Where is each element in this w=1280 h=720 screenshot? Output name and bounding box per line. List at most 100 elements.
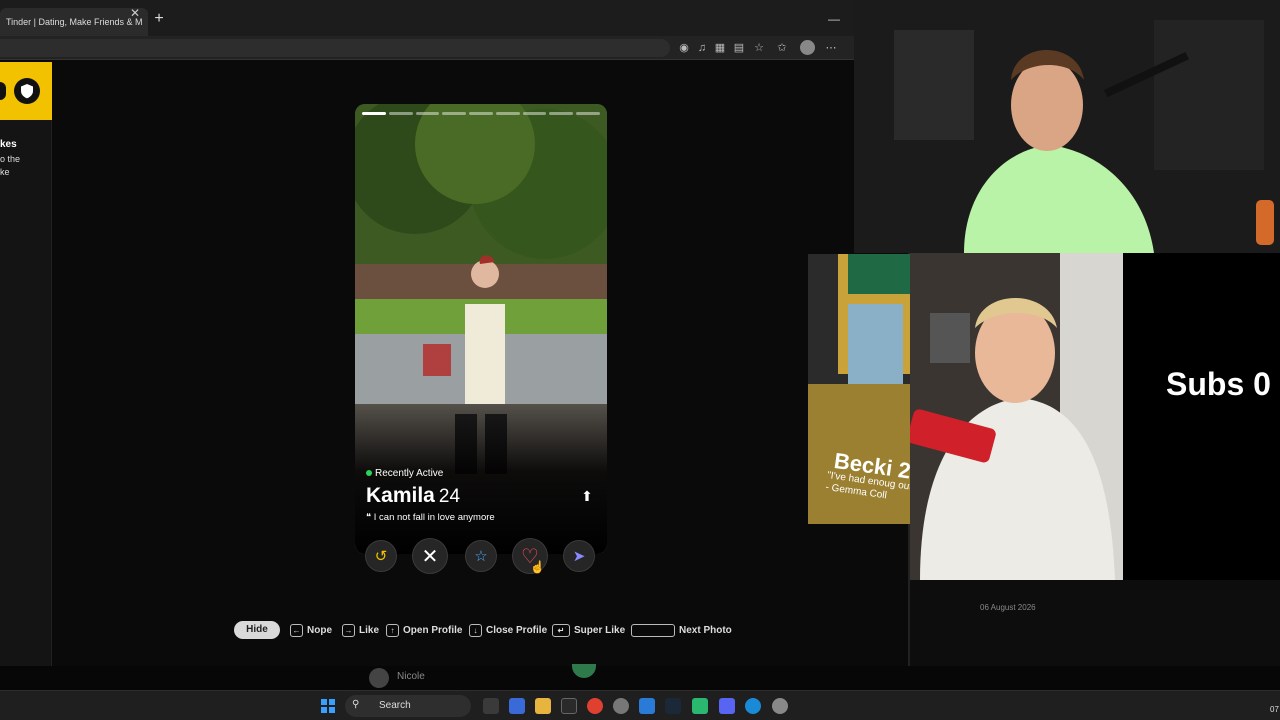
new-tab-button[interactable]: + <box>152 11 166 27</box>
reading-list-icon[interactable]: ▤ <box>732 41 746 55</box>
store-icon[interactable] <box>561 698 577 714</box>
boost-button[interactable]: ➤ <box>563 540 595 572</box>
steam-icon[interactable] <box>665 698 681 714</box>
star-icon: ☆ <box>474 548 488 565</box>
sidebar-text: o the ke <box>0 153 52 179</box>
profile-age: 24 <box>438 486 461 507</box>
progress-segment <box>576 112 601 115</box>
nope-button[interactable]: ✕ <box>412 538 448 574</box>
taskbar-clock: 07 <box>1270 705 1279 714</box>
discord-icon[interactable] <box>719 698 735 714</box>
right-key-icon: → <box>342 623 355 637</box>
progress-segment <box>495 112 520 115</box>
shortcut-open-profile-label: Open Profile <box>403 624 463 636</box>
profile-icon[interactable] <box>800 40 815 55</box>
profile-card[interactable]: Recently Active Kamila 24 ❝ I can not fal… <box>355 104 607 554</box>
progress-segment <box>549 112 574 115</box>
progress-segment <box>469 112 493 115</box>
media-player-icon[interactable] <box>639 698 655 714</box>
subs-counter: Subs 0 <box>1166 366 1271 402</box>
tab-title: Tinder | Dating, Make Friends & M <box>6 17 143 27</box>
activity-status-label: Recently Active <box>375 468 444 479</box>
hide-shortcuts-button[interactable]: Hide <box>234 621 280 639</box>
screen: Tinder | Dating, Make Friends & M ✕ + — … <box>0 0 1280 720</box>
sidebar-avatar-edge[interactable] <box>0 82 6 100</box>
bell-icon[interactable]: ♫ <box>695 41 709 55</box>
minimize-button[interactable]: — <box>826 12 842 28</box>
progress-segment <box>415 112 440 115</box>
avatar[interactable] <box>369 668 389 688</box>
shortcut-next-photo: Next Photo <box>631 621 732 639</box>
app-green-icon[interactable] <box>692 698 708 714</box>
shield-icon[interactable] <box>14 78 40 104</box>
left-key-icon: ← <box>290 623 303 637</box>
rewind-button[interactable]: ↺ <box>365 540 397 572</box>
shortcut-like: → Like <box>342 621 379 639</box>
edge-icon[interactable] <box>745 698 761 714</box>
card-gradient <box>355 404 607 554</box>
tab-tinder[interactable]: Tinder | Dating, Make Friends & M <box>0 8 148 36</box>
quote-icon: ❝ <box>366 512 374 523</box>
location-icon[interactable]: ◉ <box>677 41 691 55</box>
taskbar: Search ⚲ 07 <box>0 690 1280 720</box>
progress-segment <box>388 112 413 115</box>
background-app-strip <box>0 666 1280 690</box>
overlay-dark-area <box>910 580 1280 666</box>
copilot-icon[interactable] <box>509 698 525 714</box>
address-bar[interactable] <box>0 39 670 57</box>
cursor-hand-icon: ☝ <box>530 560 545 574</box>
sidebar-header <box>0 62 52 120</box>
shortcut-next-photo-label: Next Photo <box>679 624 732 636</box>
shortcut-super-like: ↵ Super Like <box>552 621 625 639</box>
contact-name: Nicole <box>397 671 425 682</box>
up-key-icon: ↑ <box>386 623 399 637</box>
progress-segment <box>362 112 386 115</box>
settings-icon[interactable] <box>772 698 788 714</box>
open-profile-arrow-icon[interactable]: ⬆ <box>580 488 594 504</box>
tab-bar: Tinder | Dating, Make Friends & M ✕ + — <box>0 0 854 36</box>
progress-segment <box>442 112 467 115</box>
photo-progress <box>362 112 601 115</box>
activity-status: Recently Active <box>366 468 443 479</box>
favorite-icon[interactable]: ☆ <box>752 41 766 55</box>
space-key-icon <box>631 623 675 637</box>
active-dot-icon <box>366 470 372 476</box>
sidebar-text-line: o the <box>0 154 21 164</box>
task-view-icon[interactable] <box>483 698 499 714</box>
sidebar-text-line: ke <box>0 167 10 177</box>
streamer-webcam <box>854 0 1280 253</box>
file-explorer-icon[interactable] <box>535 698 551 714</box>
shortcut-close-profile: ↓ Close Profile <box>469 621 547 639</box>
obs-icon[interactable] <box>613 698 629 714</box>
close-icon: ✕ <box>421 545 439 568</box>
shortcut-super-like-label: Super Like <box>574 624 626 636</box>
sidebar: kes o the ke <box>0 62 52 666</box>
profile-bio-text: I can not fall in love anymore <box>373 512 495 523</box>
progress-segment <box>522 112 547 115</box>
profile-name-text: Kamila <box>366 484 435 507</box>
profile-name: Kamila 24 <box>366 484 460 508</box>
guest-webcam-image <box>910 253 1123 580</box>
collections-icon[interactable]: ✩ <box>775 41 789 55</box>
send-icon: ➤ <box>572 548 586 565</box>
more-icon[interactable]: ⋯ <box>824 41 838 55</box>
shortcut-like-label: Like <box>359 624 380 636</box>
shortcut-nope-label: Nope <box>307 624 332 636</box>
taskbar-search-label: Search <box>379 700 411 711</box>
windows-start-icon[interactable] <box>321 699 335 713</box>
action-bar: ↺ ✕ ☆ ♡ ➤ ☝ <box>355 536 607 576</box>
shortcut-nope: ← Nope <box>290 621 332 639</box>
sidebar-heading: kes <box>0 139 17 150</box>
profile-bio: ❝ I can not fall in love anymore <box>366 512 495 523</box>
tab-close-icon[interactable]: ✕ <box>128 6 142 20</box>
overlay-date: 06 August 2026 <box>980 603 1036 612</box>
down-key-icon: ↓ <box>469 623 482 637</box>
super-like-button[interactable]: ☆ <box>465 540 497 572</box>
rewind-icon: ↺ <box>374 548 388 565</box>
guest-webcam <box>910 253 1123 580</box>
enter-key-icon: ↵ <box>552 623 570 637</box>
extensions-icon[interactable]: ▦ <box>713 41 727 55</box>
shortcut-close-profile-label: Close Profile <box>486 624 548 636</box>
chrome-icon[interactable] <box>587 698 603 714</box>
search-icon: ⚲ <box>352 699 360 710</box>
